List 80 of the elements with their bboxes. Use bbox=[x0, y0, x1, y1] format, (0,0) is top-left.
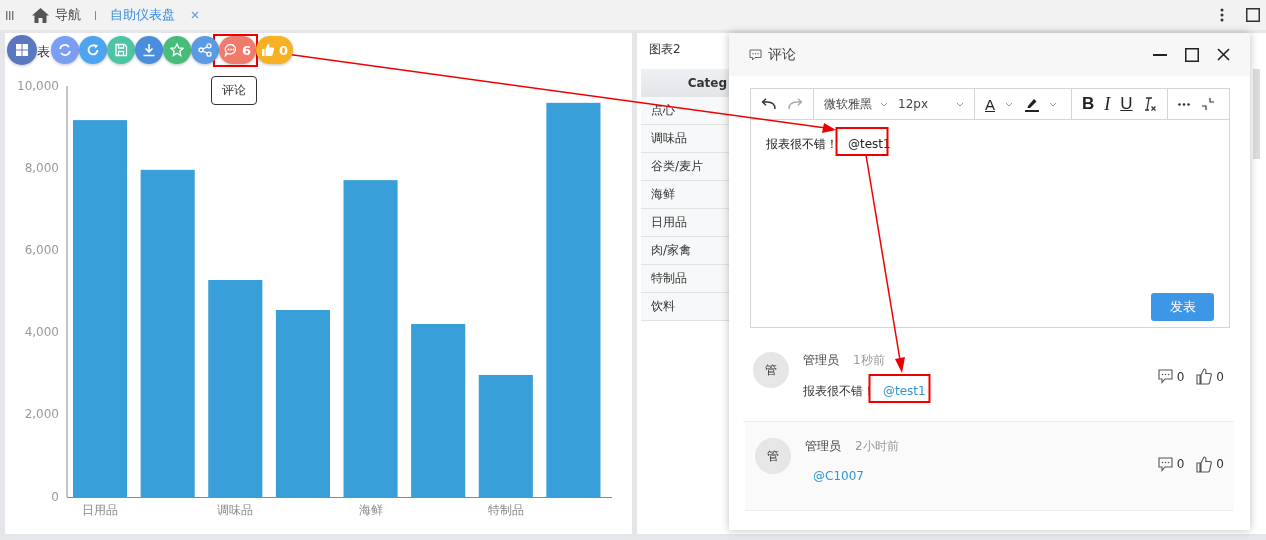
avatar: 管 bbox=[753, 352, 789, 388]
axis-tick-label: 6,000 bbox=[24, 242, 59, 257]
like-icon bbox=[261, 43, 276, 57]
close-icon[interactable] bbox=[1217, 48, 1230, 61]
font-color-button[interactable]: A bbox=[985, 95, 995, 113]
star-icon bbox=[170, 43, 184, 57]
comment-time: 1秒前 bbox=[853, 352, 885, 369]
save-icon bbox=[114, 43, 128, 57]
comment-icon bbox=[224, 43, 238, 57]
chart-title: 表 bbox=[37, 43, 50, 61]
avatar: 管 bbox=[755, 438, 791, 474]
chart-title: 图表2 bbox=[649, 41, 681, 58]
grid-button[interactable] bbox=[7, 35, 37, 65]
more-icon[interactable] bbox=[1177, 102, 1190, 106]
comment-icon bbox=[749, 48, 762, 61]
caret-icon bbox=[1005, 101, 1013, 107]
table-cell: 调味品 bbox=[641, 125, 729, 153]
share-button[interactable] bbox=[191, 36, 219, 64]
download-icon bbox=[142, 43, 156, 57]
table-cell: 海鲜 bbox=[641, 181, 729, 209]
annotation-box bbox=[213, 34, 258, 67]
italic-button[interactable]: I bbox=[1104, 93, 1111, 115]
share-icon bbox=[198, 43, 212, 57]
axis-tick-label: 2,000 bbox=[24, 407, 59, 422]
undo-icon[interactable] bbox=[761, 98, 777, 110]
caret-icon bbox=[1049, 101, 1057, 107]
underline-button[interactable]: U bbox=[1120, 94, 1133, 114]
refresh-icon bbox=[86, 43, 100, 57]
dialog-title: 评论 bbox=[768, 45, 796, 64]
bold-button[interactable]: B bbox=[1082, 94, 1095, 114]
tooltip: 评论 bbox=[211, 76, 257, 105]
refresh-button[interactable] bbox=[79, 36, 107, 64]
table-cell: 日用品 bbox=[641, 209, 729, 237]
font-dropdown[interactable]: 微软雅黑 bbox=[824, 95, 888, 113]
caret-icon bbox=[956, 101, 964, 107]
sync-button[interactable] bbox=[51, 36, 79, 64]
more-menu-icon[interactable] bbox=[1220, 8, 1224, 22]
grid-icon bbox=[15, 43, 29, 57]
tab[interactable]: 导航 bbox=[30, 6, 83, 24]
axis-tick-label: 0 bbox=[51, 489, 59, 504]
highlighter-icon[interactable] bbox=[1025, 96, 1039, 112]
reply-icon[interactable] bbox=[1157, 456, 1173, 472]
table-cell: 谷类/麦片 bbox=[641, 153, 729, 181]
axis-tick-label: 8,000 bbox=[24, 160, 59, 175]
tab-label: 导航 bbox=[55, 6, 81, 24]
reply-count: 0 bbox=[1176, 369, 1185, 384]
maximize-icon[interactable] bbox=[1185, 47, 1199, 62]
axis-tick-label: 10,000 bbox=[17, 78, 59, 93]
comment-author: 管理员 bbox=[805, 438, 841, 455]
clear-format-icon[interactable] bbox=[1142, 96, 1157, 112]
thumbs-up-icon[interactable] bbox=[1196, 368, 1213, 385]
collapse-icon[interactable] bbox=[1201, 97, 1215, 111]
home-icon bbox=[32, 7, 49, 23]
comment-author: 管理员 bbox=[803, 352, 839, 369]
download-button[interactable] bbox=[135, 36, 163, 64]
star-button[interactable] bbox=[163, 36, 191, 64]
sync-icon bbox=[58, 43, 72, 57]
annotation-box bbox=[868, 374, 931, 403]
table-cell: 饮料 bbox=[641, 293, 729, 321]
maximize-icon[interactable] bbox=[1246, 8, 1260, 22]
thumbs-up-icon[interactable] bbox=[1196, 455, 1213, 473]
editor-text: 报表很不错！ bbox=[766, 137, 838, 151]
table-cell: 特制品 bbox=[641, 265, 729, 293]
column-header[interactable]: Categ bbox=[641, 69, 729, 97]
axis-category-label: 调味品 bbox=[217, 503, 254, 517]
axis-category-label: 海鲜 bbox=[358, 503, 383, 517]
reply-icon[interactable] bbox=[1157, 369, 1173, 384]
caret-icon bbox=[880, 101, 888, 107]
size-dropdown[interactable]: 12px bbox=[898, 97, 964, 111]
axis-category-label: 特制品 bbox=[487, 503, 524, 517]
table-cell: 肉/家禽 bbox=[641, 237, 729, 265]
axis-tick-label: 4,000 bbox=[24, 325, 59, 340]
table-cell: 点心 bbox=[641, 97, 729, 125]
like-count: 0 bbox=[1216, 457, 1224, 471]
panel-toggle-icon[interactable] bbox=[6, 10, 14, 20]
like-count: 0 bbox=[1216, 369, 1224, 384]
comment-time: 2小时前 bbox=[855, 438, 899, 455]
reply-count: 0 bbox=[1176, 457, 1185, 471]
axis-category-label: 日用品 bbox=[82, 503, 119, 517]
scrollbar[interactable] bbox=[1253, 69, 1260, 159]
